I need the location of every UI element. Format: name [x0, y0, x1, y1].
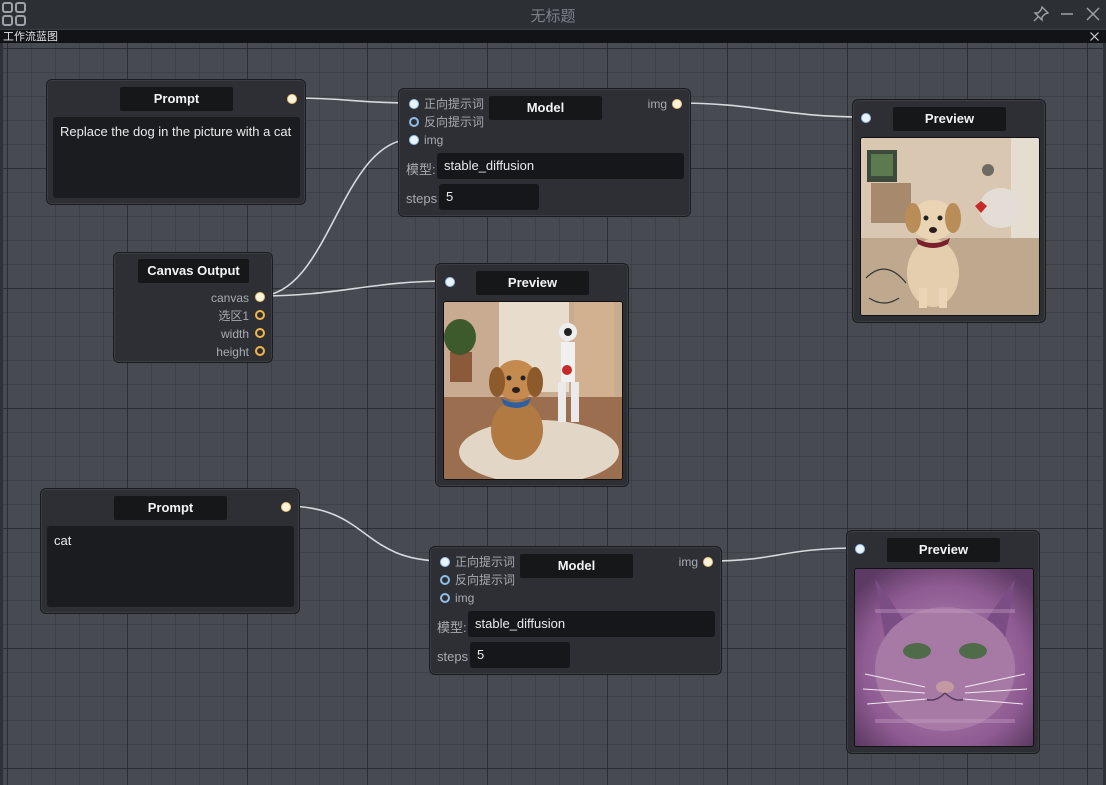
minimize-icon[interactable] — [1058, 5, 1076, 23]
port-label-output-img: img — [647, 97, 667, 111]
steps-field-label: steps — [406, 191, 438, 206]
preview-image-cat — [854, 568, 1034, 747]
port-label-selection: 选区1 — [218, 309, 249, 323]
port-label-output-img: img — [678, 555, 698, 569]
model-node-2[interactable]: 正向提示词 反向提示词 img Model img 模型: stable_dif… — [429, 546, 722, 675]
preview-node-2[interactable]: Preview — [435, 263, 629, 487]
output-port-img[interactable] — [672, 99, 682, 109]
prompt-node-2[interactable]: Prompt cat — [40, 488, 300, 614]
input-port-img[interactable] — [445, 277, 455, 287]
port-label-width: width — [220, 327, 249, 341]
input-port-negative-prompt[interactable] — [440, 575, 450, 585]
output-port-prompt[interactable] — [281, 502, 291, 512]
preview-image-canvas — [443, 301, 623, 480]
steps-field-label: steps — [437, 649, 469, 664]
preview-image-puppy — [860, 137, 1040, 316]
port-label-img: img — [455, 591, 475, 605]
port-label-height: height — [216, 345, 249, 359]
output-port-canvas[interactable] — [255, 292, 265, 302]
port-label-img: img — [424, 133, 444, 147]
output-port-height[interactable] — [255, 346, 265, 356]
input-port-img[interactable] — [861, 113, 871, 123]
workflow-tab[interactable]: 工作流蓝图 — [0, 29, 1106, 43]
output-port-selection[interactable] — [255, 310, 265, 320]
model-select[interactable]: stable_diffusion — [468, 611, 715, 637]
steps-input[interactable]: 5 — [470, 642, 570, 668]
prompt-text-input[interactable]: Replace the dog in the picture with a ca… — [53, 117, 300, 198]
prompt-node-1[interactable]: Prompt Replace the dog in the picture wi… — [46, 79, 306, 205]
input-port-img[interactable] — [409, 135, 419, 145]
port-label-positive-prompt: 正向提示词 — [424, 97, 485, 111]
model-node-1[interactable]: 正向提示词 反向提示词 img Model img 模型: stable_dif… — [398, 88, 691, 217]
output-port-width[interactable] — [255, 328, 265, 338]
close-icon[interactable] — [1084, 5, 1102, 23]
node-title: Prompt — [120, 87, 233, 111]
node-title: Preview — [893, 107, 1006, 131]
node-title: Preview — [476, 271, 589, 295]
model-field-label: 模型: — [437, 620, 467, 635]
title-bar: 无标题 — [0, 0, 1106, 29]
port-label-negative-prompt: 反向提示词 — [424, 115, 485, 129]
tab-close-icon[interactable] — [1089, 31, 1100, 42]
tab-label: 工作流蓝图 — [3, 31, 58, 43]
node-title: Model — [520, 554, 633, 578]
input-port-positive-prompt[interactable] — [409, 99, 419, 109]
output-port-prompt[interactable] — [287, 94, 297, 104]
pin-icon[interactable] — [1032, 5, 1050, 23]
window-title: 无标题 — [530, 8, 576, 25]
input-port-negative-prompt[interactable] — [409, 117, 419, 127]
port-label-canvas: canvas — [210, 291, 249, 305]
port-label-negative-prompt: 反向提示词 — [455, 573, 516, 587]
input-port-img[interactable] — [855, 544, 865, 554]
node-title: Preview — [887, 538, 1000, 562]
canvas-output-node[interactable]: Canvas Output canvas 选区1 width height — [113, 252, 273, 363]
input-port-positive-prompt[interactable] — [440, 557, 450, 567]
node-title: Prompt — [114, 496, 227, 520]
node-title: Canvas Output — [138, 259, 249, 283]
preview-node-1[interactable]: Preview — [852, 99, 1046, 323]
steps-input[interactable]: 5 — [439, 184, 539, 210]
model-select[interactable]: stable_diffusion — [437, 153, 684, 179]
prompt-text-input[interactable]: cat — [47, 526, 294, 607]
model-field-label: 模型: — [406, 162, 436, 177]
output-port-img[interactable] — [703, 557, 713, 567]
input-port-img[interactable] — [440, 593, 450, 603]
node-title: Model — [489, 96, 602, 120]
port-label-positive-prompt: 正向提示词 — [455, 555, 516, 569]
preview-node-3[interactable]: Preview — [846, 530, 1040, 754]
